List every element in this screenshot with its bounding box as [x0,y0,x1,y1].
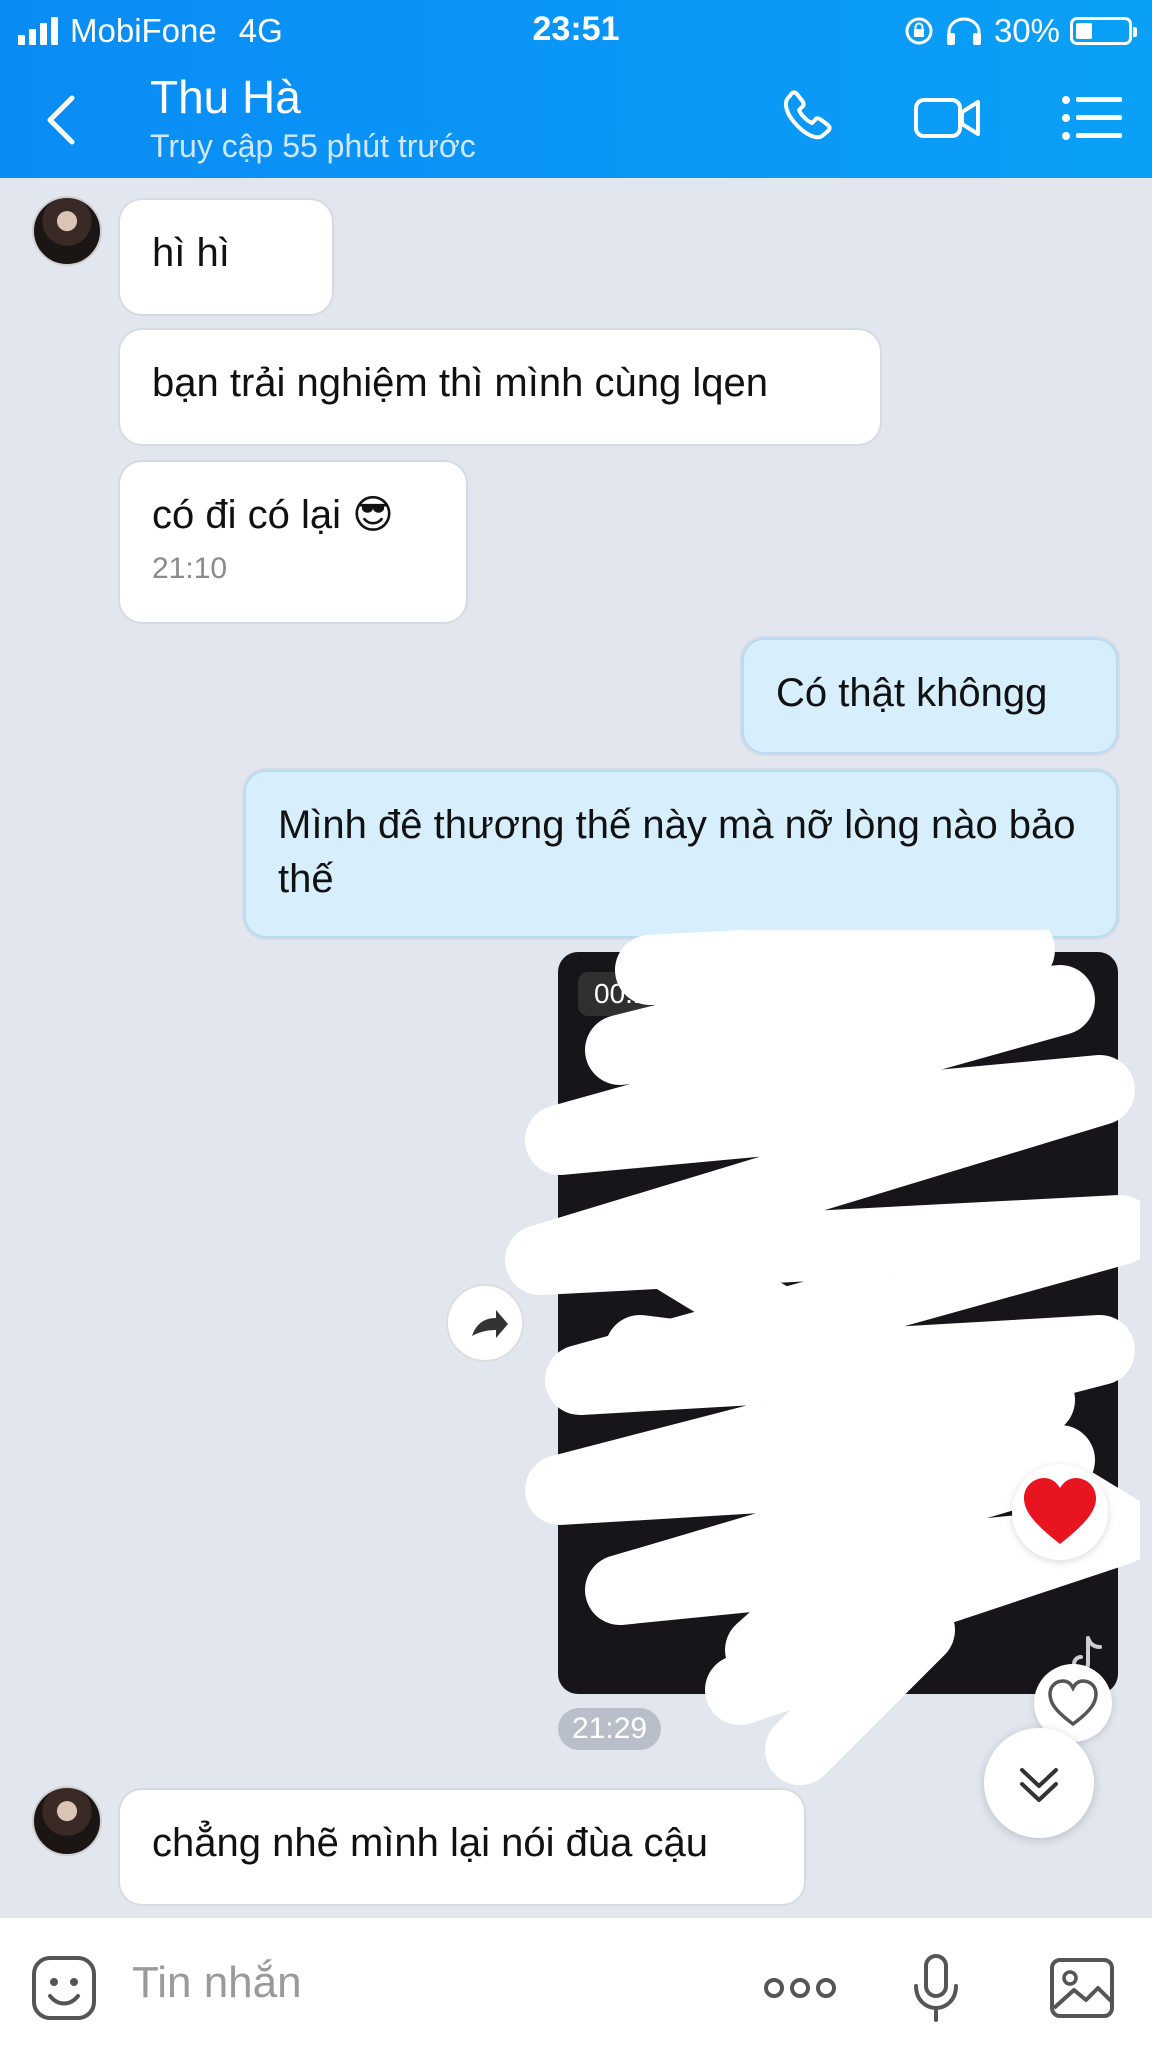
more-options-icon[interactable] [760,1952,840,2024]
battery-label: 30% [993,12,1060,49]
message-text: có đi có lại 😎 [152,493,394,537]
status-right: 30% [904,12,1137,50]
message-composer: Tin nhắn [0,1916,1152,2048]
message-time: 21:29 [558,1708,662,1750]
image-gallery-icon[interactable] [1046,1952,1118,2024]
headphones-icon [946,17,981,45]
message-bubble[interactable]: chẳng nhẽ mình lại nói đùa cậu [120,1790,804,1904]
message-text: bạn trải nghiệm thì mình cùng lqen [152,361,768,405]
status-bar: MobiFone 4G 23:51 30% [0,0,1152,60]
contact-last-seen: Truy cập 55 phút trước [150,128,476,164]
contact-avatar[interactable] [32,196,102,266]
battery-icon [1070,17,1137,45]
message-text: chẳng nhẽ mình lại nói đùa cậu [152,1821,708,1865]
sticker-icon[interactable] [28,1952,100,2024]
heart-icon [1024,1478,1096,1544]
message-bubble[interactable]: Có thật khôngg [742,638,1118,754]
video-call-icon[interactable] [910,88,986,148]
message-bubble[interactable]: Mình đê thương thế này mà nỡ lòng nào bả… [244,770,1118,938]
menu-list-icon[interactable] [1058,88,1128,148]
chat-header: MobiFone 4G 23:51 30% Thu Hà Truy cập 55… [0,0,1152,178]
back-chevron-icon[interactable] [38,92,82,148]
message-bubble[interactable]: hì hì [120,200,332,314]
contact-avatar[interactable] [32,1786,102,1856]
message-time: 21:10 [152,552,228,585]
message-text: hì hì [152,231,230,275]
redaction-scribble [505,930,1140,1785]
double-chevron-down-icon [1020,1768,1058,1802]
share-button[interactable] [446,1284,524,1362]
rotation-lock-icon [905,17,933,45]
microphone-icon[interactable] [900,1952,972,2024]
share-arrow-icon [472,1310,508,1338]
message-bubble[interactable]: có đi có lại 😎 21:10 [120,462,466,622]
message-text: Mình đê thương thế này mà nỡ lòng nào bả… [278,803,1076,901]
reaction-badge[interactable] [1012,1464,1108,1560]
message-text: Có thật khôngg [776,671,1048,715]
phone-call-icon[interactable] [776,88,846,148]
message-input[interactable]: Tin nhắn [132,1958,302,2008]
scroll-to-bottom-button[interactable] [984,1728,1094,1838]
contact-name[interactable]: Thu Hà [150,70,301,124]
message-bubble[interactable]: bạn trải nghiệm thì mình cùng lqen [120,330,880,444]
